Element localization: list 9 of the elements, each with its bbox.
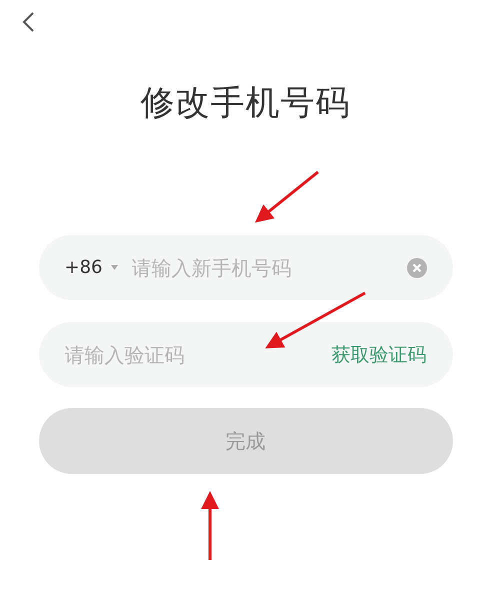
page-title: 修改手机号码 — [140, 82, 350, 125]
get-code-link[interactable]: 获取验证码 — [332, 342, 426, 368]
caret-icon — [110, 265, 118, 270]
country-code-selector[interactable]: +86 — [64, 257, 102, 278]
arrow-annotation — [254, 170, 319, 223]
arrow-annotation — [201, 491, 219, 560]
code-field[interactable]: 请输入验证码 获取验证码 — [38, 322, 452, 387]
phone-field[interactable]: +86 请输入新手机号码 — [38, 235, 452, 300]
back-button[interactable] — [20, 10, 36, 34]
